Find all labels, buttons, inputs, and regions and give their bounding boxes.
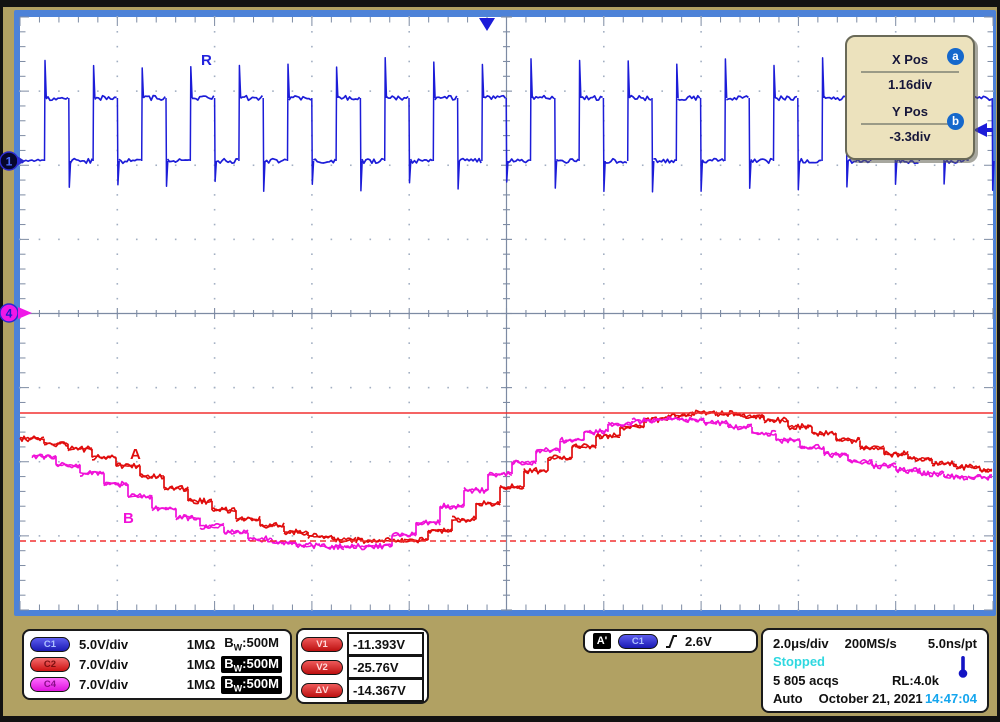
svg-text:1: 1: [6, 155, 13, 169]
trigger-mode-chip[interactable]: A': [593, 633, 611, 649]
record-length: RL:4.0k: [892, 672, 939, 689]
separator: [861, 71, 959, 73]
c1-scale: 5.0V/div: [79, 637, 171, 652]
thermometer-icon: [957, 655, 969, 679]
channel-row-c4[interactable]: C4 7.0V/div 1MΩ BW:500M: [30, 675, 282, 695]
c4-scale: 7.0V/div: [79, 677, 171, 692]
time-value: 14:47:04: [925, 690, 977, 707]
channel-c1-badge[interactable]: C1: [30, 637, 70, 652]
channel-c4-badge[interactable]: C4: [30, 677, 70, 692]
acq-status-line: Stopped: [773, 653, 977, 670]
c4-bandwidth: BW:500M: [221, 676, 282, 694]
callout-a-badge: a: [947, 48, 964, 65]
c1-bandwidth: BW:500M: [221, 635, 282, 653]
v1-value: -11.393V: [347, 632, 424, 656]
datetime-line: Auto October 21, 2021 14:47:04: [773, 690, 977, 707]
v2-value: -25.76V: [347, 655, 424, 679]
channel-readout-box[interactable]: C1 5.0V/div 1MΩ BW:500M C2 7.0V/div 1MΩ …: [22, 629, 292, 700]
c4-impedance: 1MΩ: [173, 677, 215, 692]
separator: [861, 123, 959, 125]
acq-count-line: 5 805 acqs RL:4.0k: [773, 672, 977, 689]
acquisition-status: Stopped: [773, 653, 825, 670]
y-pos-value: -3.3div: [889, 129, 930, 144]
v1-badge[interactable]: V1: [301, 637, 343, 652]
trace-label-R: R: [201, 52, 212, 69]
x-pos-value: 1.16div: [888, 77, 932, 92]
rising-edge-icon: [665, 634, 678, 649]
measurement-row-v2: V2 -25.76V: [301, 655, 424, 679]
svg-text:4: 4: [6, 307, 13, 321]
x-pos-label: X Pos: [892, 52, 928, 67]
c2-scale: 7.0V/div: [79, 657, 171, 672]
trigger-source-badge[interactable]: C1: [618, 634, 658, 649]
measurement-row-dv: ΔV -14.367V: [301, 678, 424, 702]
trace-label-A: A: [130, 446, 141, 463]
channel-row-c2[interactable]: C2 7.0V/div 1MΩ BW:500M: [30, 654, 282, 674]
c2-impedance: 1MΩ: [173, 657, 215, 672]
sample-resolution: 5.0ns/pt: [928, 635, 977, 652]
trigger-level-value: 2.6V: [685, 634, 712, 649]
trace-label-B: B: [123, 510, 134, 527]
c1-impedance: 1MΩ: [173, 637, 215, 652]
measurement-row-v1: V1 -11.393V: [301, 632, 424, 656]
sample-rate: 200MS/s: [845, 635, 897, 652]
acquisition-count: 5 805 acqs: [773, 672, 839, 689]
callout-b-badge: b: [947, 113, 964, 130]
c2-bandwidth: BW:500M: [221, 656, 282, 674]
date-value: October 21, 2021: [819, 690, 923, 707]
v2-badge[interactable]: V2: [301, 660, 343, 675]
trigger-mode: Auto: [773, 690, 803, 707]
horizontal-readout-box[interactable]: 2.0μs/div 200MS/s 5.0ns/pt Stopped 5 805…: [761, 628, 989, 713]
channel-c2-badge[interactable]: C2: [30, 657, 70, 672]
cursor-measurement-box[interactable]: V1 -11.393V V2 -25.76V ΔV -14.367V: [296, 628, 429, 704]
timebase-line: 2.0μs/div 200MS/s 5.0ns/pt: [773, 635, 977, 652]
channel-row-c1[interactable]: C1 5.0V/div 1MΩ BW:500M: [30, 634, 282, 654]
y-pos-label: Y Pos: [892, 104, 928, 119]
delta-v-badge[interactable]: ΔV: [301, 683, 343, 698]
trigger-readout-box[interactable]: A' C1 2.6V: [583, 629, 758, 653]
timebase-value: 2.0μs/div: [773, 635, 829, 652]
oscilloscope-screen: R A B 1 4 X Pos 1.16div Y Pos -3.3div a b C1…: [0, 0, 1000, 722]
delta-v-value: -14.367V: [347, 678, 424, 702]
